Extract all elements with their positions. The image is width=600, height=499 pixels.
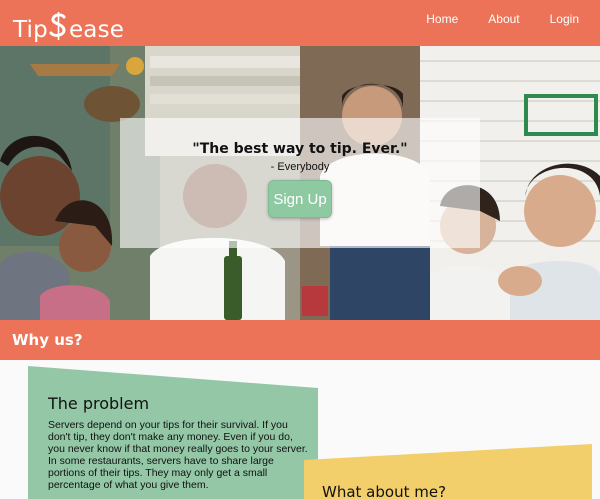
- problem-text: Servers depend on your tips for their su…: [48, 419, 310, 491]
- hero-author: - Everybody: [270, 161, 330, 173]
- why-us-bar: [0, 320, 600, 360]
- problem-paragraph-2: In some restaurants, servers have to sha…: [48, 455, 274, 491]
- nav-links: Home About Login: [426, 12, 579, 26]
- navbar: Tip ease Home About Login: [0, 0, 600, 46]
- hero-section: "The best way to tip. Ever." - Everybody…: [0, 46, 600, 320]
- what-about-me-title: What about me?: [322, 483, 447, 499]
- nav-home-link[interactable]: Home: [426, 12, 458, 26]
- hero-card: "The best way to tip. Ever." - Everybody…: [120, 118, 480, 248]
- logo-prefix: Tip: [13, 17, 48, 43]
- nav-login-link[interactable]: Login: [550, 12, 579, 26]
- hero-quote: "The best way to tip. Ever.": [192, 141, 408, 157]
- dollar-s-icon: [49, 11, 68, 41]
- logo[interactable]: Tip ease: [13, 7, 124, 43]
- nav-about-link[interactable]: About: [488, 12, 519, 26]
- signup-button[interactable]: Sign Up: [268, 180, 332, 218]
- problem-paragraph-1: Servers depend on your tips for their su…: [48, 419, 308, 455]
- problem-title: The problem: [48, 394, 150, 413]
- logo-suffix: ease: [68, 17, 125, 43]
- why-us-title: Why us?: [12, 331, 83, 349]
